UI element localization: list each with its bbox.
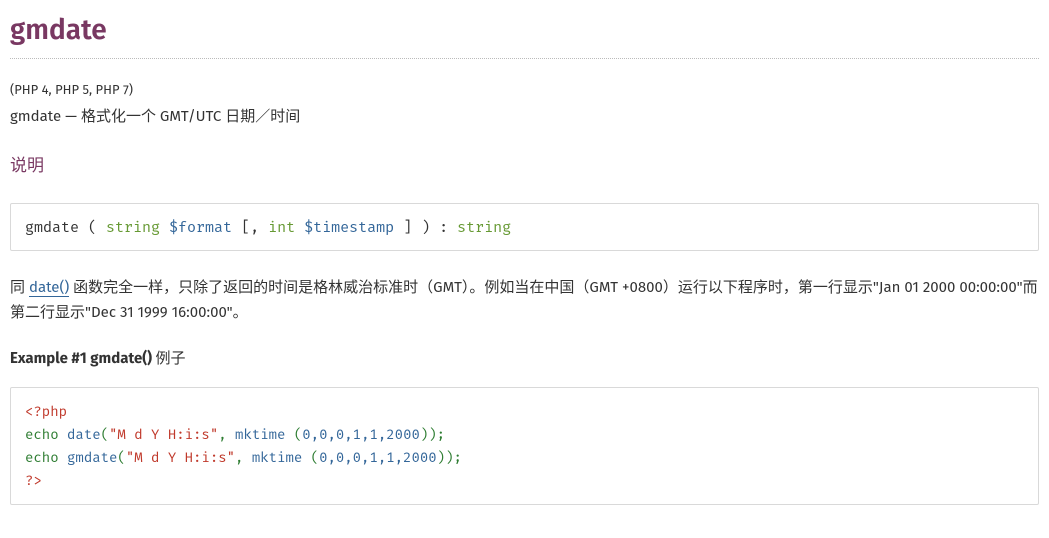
php-open-tag: <?php [25, 403, 67, 420]
str-fmt-1: "M d Y H:i:s" [109, 426, 218, 443]
comma: , [235, 449, 252, 466]
args-1: 0,0,0,1,1,2000 [302, 426, 420, 443]
paren: ( [311, 449, 319, 466]
para-before: 同 [10, 278, 29, 296]
paren: )); [420, 426, 445, 443]
syn-close: ] ) : [394, 218, 457, 236]
example-title: Example #1 gmdate() 例子 [10, 347, 1039, 370]
fn-mktime-2: mktime [252, 449, 302, 466]
ref-purpose: gmdate — 格式化一个 GMT/UTC 日期／时间 [10, 105, 1039, 128]
fn-mktime-1: mktime [235, 426, 285, 443]
example-label: Example #1 gmdate() [10, 349, 156, 367]
method-synopsis: gmdate ( string $format [, int $timestam… [10, 203, 1039, 252]
args-2: 0,0,0,1,1,2000 [319, 449, 437, 466]
kw-echo-2: echo [25, 449, 59, 466]
fn-date: date [67, 426, 101, 443]
kw-echo-1: echo [25, 426, 59, 443]
comma: , [218, 426, 235, 443]
date-function-link[interactable]: date() [29, 278, 69, 297]
paren: ( [117, 449, 125, 466]
section-description-title: 说明 [10, 153, 1039, 179]
fn-gmdate: gmdate [67, 449, 117, 466]
description-paragraph: 同 date() 函数完全一样，只除了返回的时间是格林威治标准时（GMT）。例如… [10, 275, 1039, 325]
code-example: <?php echo date("M d Y H:i:s", mktime (0… [10, 387, 1039, 505]
syn-open: ( [79, 218, 106, 236]
title-divider [10, 58, 1039, 59]
php-close-tag: ?> [25, 472, 42, 489]
syn-param2: $timestamp [295, 218, 394, 236]
syn-sep: [, [232, 218, 268, 236]
paren: )); [437, 449, 462, 466]
page-title: gmdate [10, 10, 1039, 52]
para-after: 函数完全一样，只除了返回的时间是格林威治标准时（GMT）。例如当在中国（GMT … [10, 278, 1038, 321]
syn-ret: string [457, 218, 511, 236]
paren: ( [294, 426, 302, 443]
paren: ( [101, 426, 109, 443]
version-info: (PHP 4, PHP 5, PHP 7) [10, 81, 1039, 101]
method-name: gmdate [25, 218, 79, 236]
str-fmt-2: "M d Y H:i:s" [126, 449, 235, 466]
syn-type1: string [106, 218, 160, 236]
syn-param1: $format [160, 218, 232, 236]
syn-type2: int [268, 218, 295, 236]
example-suffix: 例子 [156, 349, 186, 367]
